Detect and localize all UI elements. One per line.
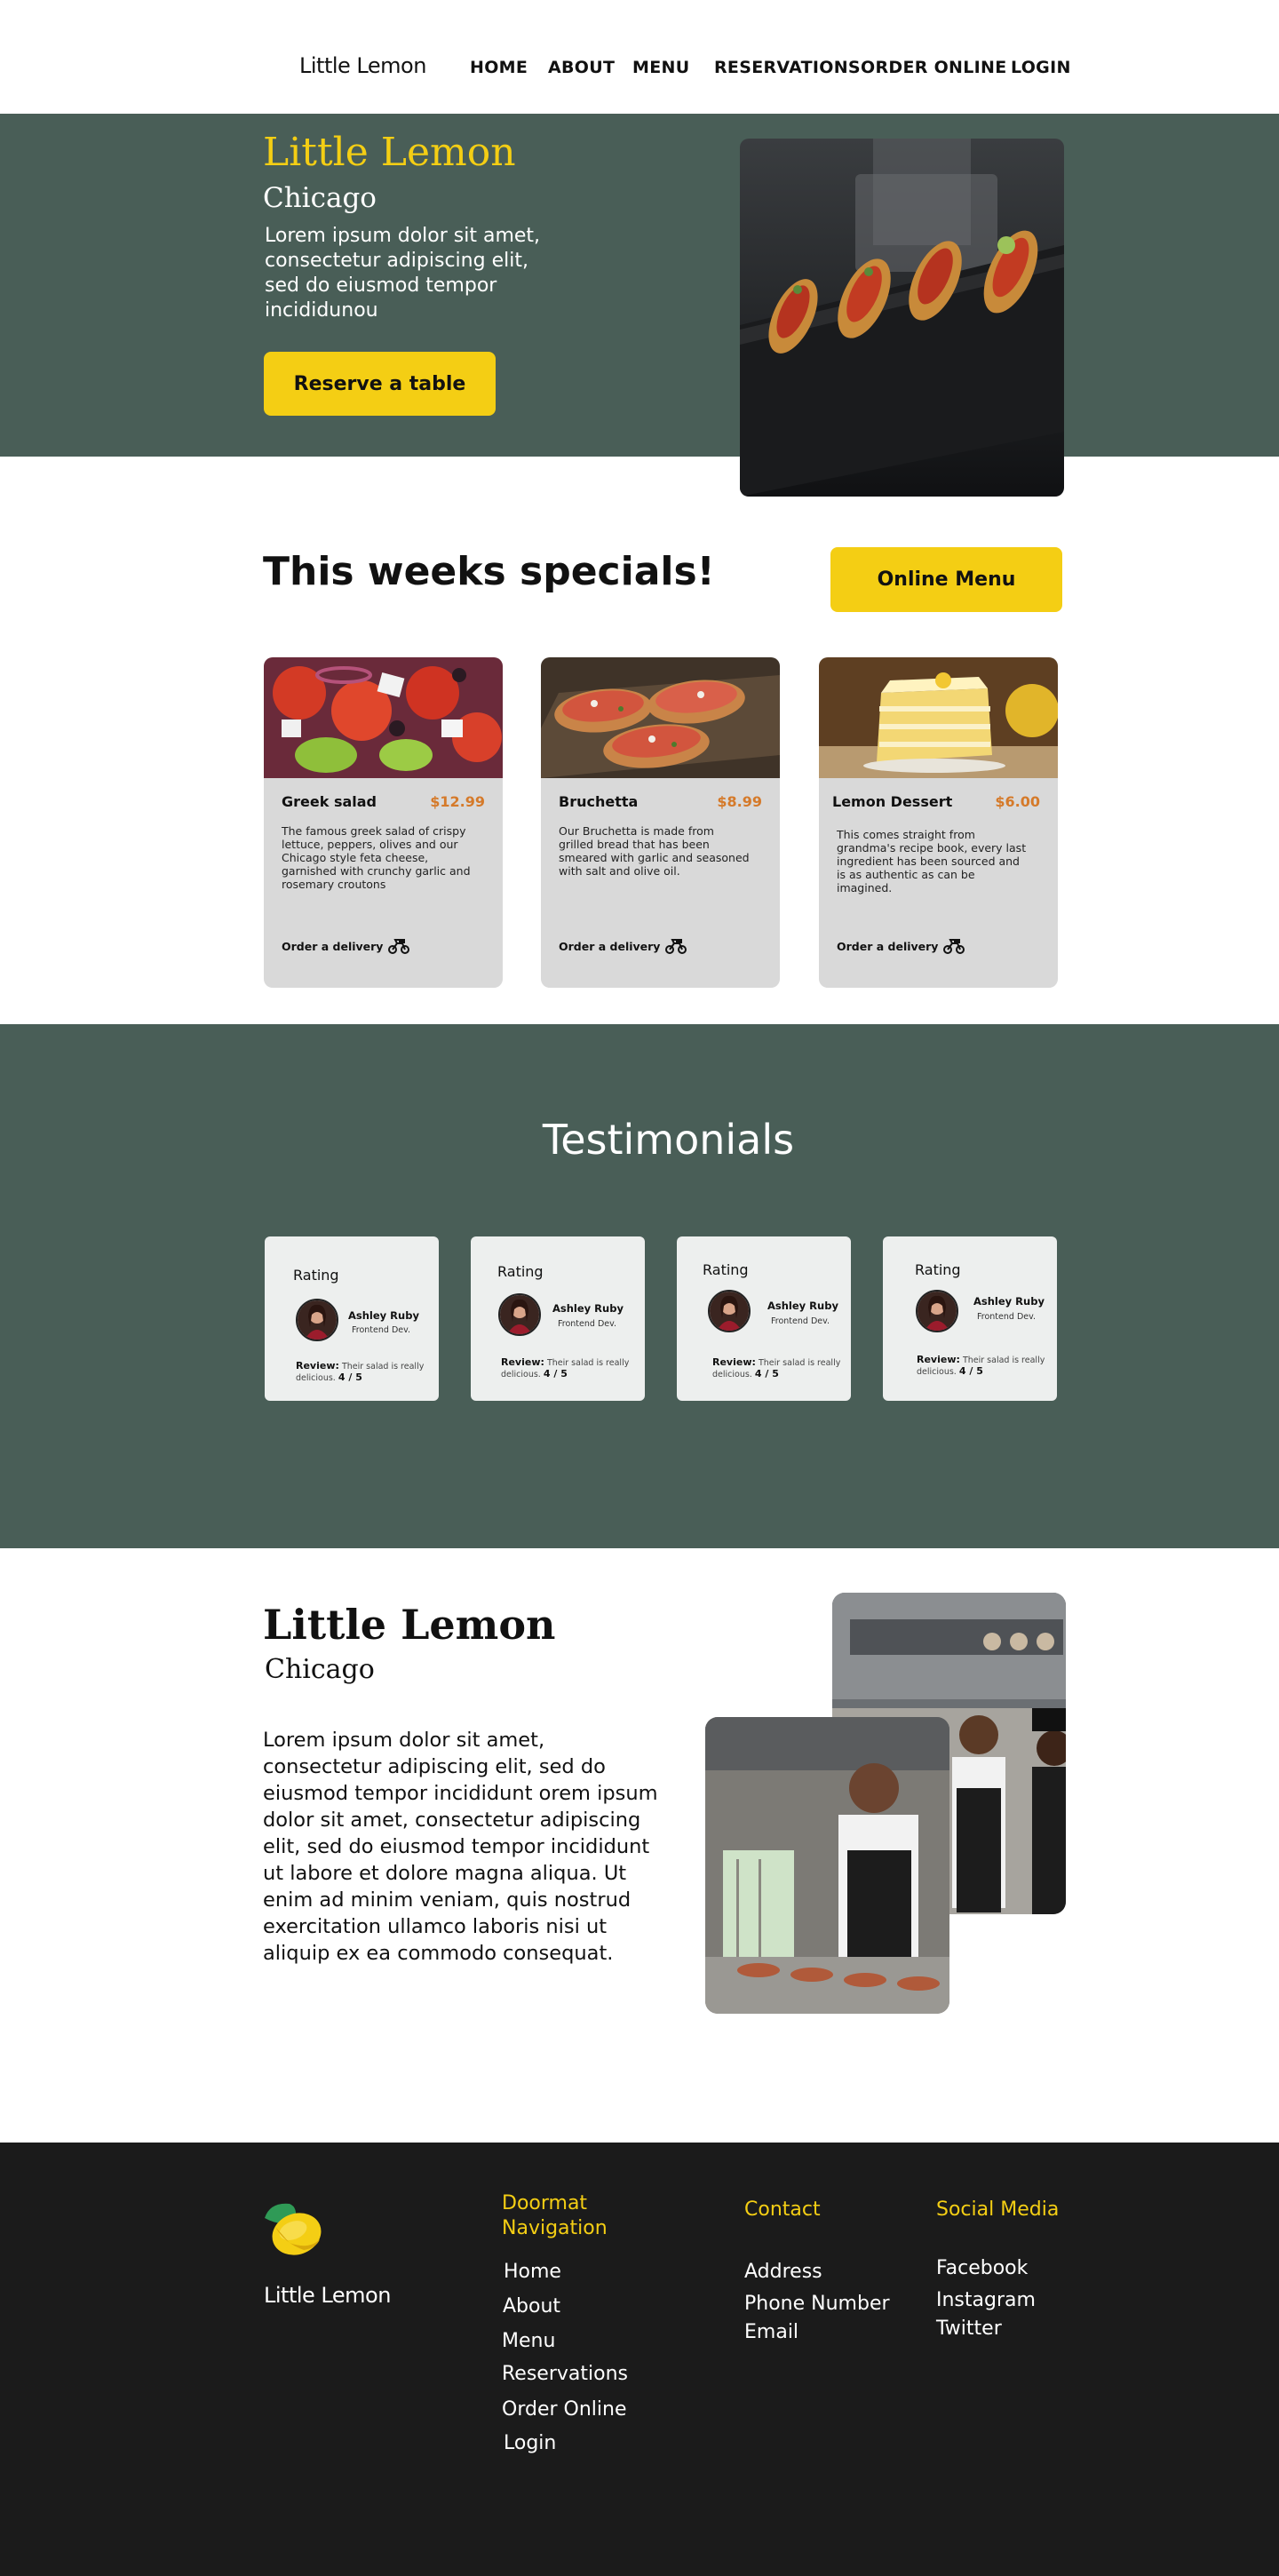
special-description: The famous greek salad of crispy lettuce… — [282, 824, 471, 891]
online-menu-button[interactable]: Online Menu — [830, 547, 1062, 612]
about-city: Chicago — [265, 1654, 375, 1685]
avatar — [708, 1290, 751, 1332]
special-card: Lemon Dessert $6.00 This comes straight … — [819, 657, 1058, 988]
footer-link-menu[interactable]: Menu — [502, 2330, 555, 2352]
special-name: Lemon Dessert — [832, 793, 953, 810]
footer-link-reservations[interactable]: Reservations — [502, 2363, 628, 2385]
testimonial-card: Rating Ashley Ruby Frontend Dev. Review:… — [265, 1236, 439, 1401]
review-score: 4 / 5 — [338, 1371, 362, 1383]
order-delivery-link[interactable]: Order a delivery — [559, 940, 660, 953]
testimonial-rating: Rating — [497, 1263, 544, 1280]
testimonial-name: Ashley Ruby — [767, 1300, 838, 1312]
hero-title: Little Lemon — [263, 130, 516, 175]
testimonial-role: Frontend Dev. — [558, 1319, 617, 1329]
social-link-instagram[interactable]: Instagram — [936, 2289, 1036, 2311]
footer-brand[interactable]: Little Lemon — [264, 2283, 391, 2308]
testimonial-card: Rating Ashley Ruby Frontend Dev. Review:… — [677, 1236, 851, 1401]
review-label: Review: — [712, 1356, 756, 1368]
avatar — [916, 1290, 958, 1332]
social-link-twitter[interactable]: Twitter — [936, 2318, 1002, 2340]
avatar — [498, 1293, 541, 1336]
testimonial-role: Frontend Dev. — [977, 1312, 1037, 1322]
delivery-bike-icon[interactable] — [665, 936, 687, 954]
contact-title: Contact — [744, 2198, 821, 2221]
about-description: Lorem ipsum dolor sit amet, consectetur … — [263, 1729, 658, 1965]
review-label: Review: — [917, 1354, 960, 1365]
nav-link-about[interactable]: ABOUT — [548, 58, 615, 77]
review-label: Review: — [501, 1356, 544, 1368]
reserve-table-button[interactable]: Reserve a table — [264, 352, 496, 416]
delivery-bike-icon[interactable] — [943, 936, 965, 954]
delivery-bike-icon[interactable] — [388, 936, 409, 954]
review-score: 4 / 5 — [754, 1368, 779, 1379]
nav-logo[interactable]: Little Lemon — [299, 53, 426, 78]
special-card: Bruchetta $8.99 Our Bruchetta is made fr… — [541, 657, 780, 988]
testimonials-title: Testimonials — [542, 1116, 795, 1164]
order-delivery-link[interactable]: Order a delivery — [837, 940, 938, 953]
contact-address[interactable]: Address — [744, 2261, 822, 2283]
testimonial-rating: Rating — [703, 1261, 749, 1278]
doormat-navigation-title: Doormat Navigation — [502, 2192, 608, 2239]
footer-link-about[interactable]: About — [503, 2295, 560, 2318]
testimonial-card: Rating Ashley Ruby Frontend Dev. Review:… — [471, 1236, 645, 1401]
review-score: 4 / 5 — [543, 1368, 568, 1379]
special-name: Greek salad — [282, 793, 377, 810]
special-price: $6.00 — [995, 793, 1040, 810]
review-label: Review: — [296, 1360, 339, 1371]
chefs-cooking-image — [705, 1717, 949, 2014]
testimonial-review: Review: Their salad is really delicious.… — [917, 1355, 1059, 1378]
special-name: Bruchetta — [559, 793, 639, 810]
contact-phone[interactable]: Phone Number — [744, 2293, 890, 2315]
testimonial-name: Ashley Ruby — [348, 1309, 419, 1322]
order-delivery-link[interactable]: Order a delivery — [282, 940, 383, 953]
lemon-dessert-image — [819, 657, 1058, 778]
special-description: Our Bruchetta is made from grilled bread… — [559, 824, 750, 878]
testimonial-review: Review: Their salad is really delicious.… — [501, 1357, 643, 1380]
special-price: $8.99 — [717, 793, 762, 810]
nav-link-reservations[interactable]: RESERVATIONS — [714, 58, 861, 77]
social-link-facebook[interactable]: Facebook — [936, 2257, 1028, 2279]
testimonial-rating: Rating — [293, 1267, 339, 1284]
hero-description: Lorem ipsum dolor sit amet, consectetur … — [265, 225, 541, 322]
hero-city: Chicago — [263, 182, 377, 214]
footer-link-order-online[interactable]: Order Online — [502, 2398, 626, 2421]
nav-link-login[interactable]: LOGIN — [1011, 58, 1071, 77]
testimonial-role: Frontend Dev. — [352, 1325, 411, 1335]
avatar — [296, 1299, 338, 1341]
testimonial-review: Review: Their salad is really delicious.… — [296, 1361, 438, 1384]
special-card: Greek salad $12.99 The famous greek sala… — [264, 657, 503, 988]
greek-salad-image — [264, 657, 503, 778]
testimonial-card: Rating Ashley Ruby Frontend Dev. Review:… — [883, 1236, 1057, 1401]
testimonial-role: Frontend Dev. — [771, 1316, 830, 1326]
hero-section — [0, 114, 1279, 457]
testimonial-name: Ashley Ruby — [973, 1295, 1045, 1308]
nav-link-order-online[interactable]: ORDER ONLINE — [861, 58, 1007, 77]
footer-link-home[interactable]: Home — [504, 2261, 561, 2283]
about-title: Little Lemon — [263, 1601, 556, 1649]
nav-link-home[interactable]: HOME — [470, 58, 528, 77]
testimonial-review: Review: Their salad is really delicious.… — [712, 1357, 854, 1380]
special-description: This comes straight from grandma's recip… — [837, 828, 1027, 894]
special-price: $12.99 — [430, 793, 485, 810]
specials-title: This weeks specials! — [263, 549, 715, 594]
lemon-logo-icon[interactable] — [263, 2200, 323, 2257]
review-score: 4 / 5 — [958, 1365, 983, 1377]
social-media-title: Social Media — [936, 2198, 1060, 2221]
bruchetta-image — [541, 657, 780, 778]
contact-email[interactable]: Email — [744, 2321, 798, 2343]
testimonial-name: Ashley Ruby — [552, 1302, 624, 1315]
footer-link-login[interactable]: Login — [504, 2432, 556, 2454]
testimonial-rating: Rating — [915, 1261, 961, 1278]
nav-link-menu[interactable]: MENU — [632, 58, 689, 77]
hero-image — [740, 139, 1064, 497]
